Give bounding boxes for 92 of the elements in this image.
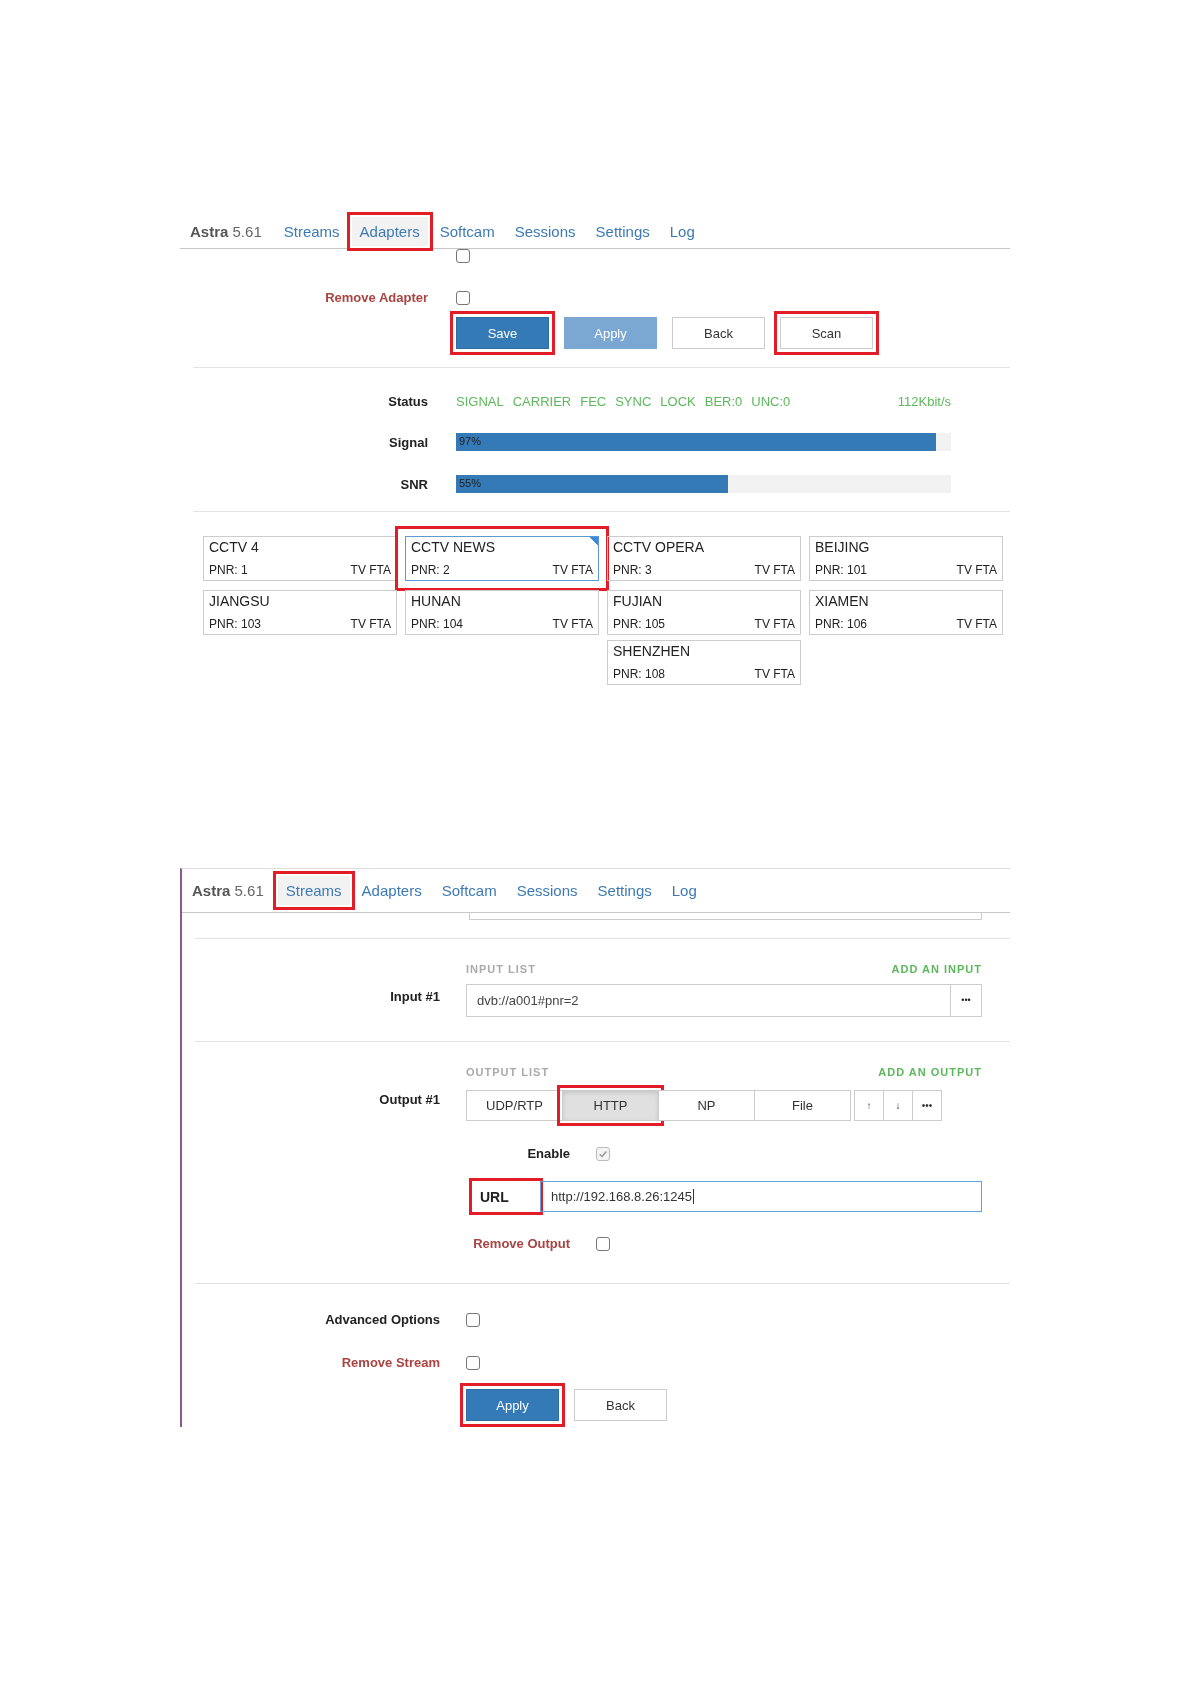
field-label: URL (480, 1188, 509, 1205)
checkbox[interactable] (466, 1312, 480, 1327)
app-brand: Astra 5.61 (191, 882, 265, 899)
channel-card[interactable]: HUNAN PNR: 104 TV FTA (405, 590, 599, 635)
field-label: Remove Output (472, 1236, 570, 1251)
app-brand: Astra 5.61 (189, 222, 263, 240)
status-text: SIGNAL (456, 394, 504, 409)
section-heading: INPUT LIST (466, 963, 536, 975)
checkbox[interactable] (456, 290, 470, 305)
channel-name: SHENZHEN (613, 643, 691, 659)
field-label: Input #1 (389, 988, 440, 1004)
nav-tab[interactable]: Log (661, 216, 703, 246)
channel-card[interactable]: CCTV OPERA PNR: 3 TV FTA (607, 536, 801, 581)
checkbox[interactable] (596, 1236, 610, 1251)
channel-pnr: PNR: 101 (815, 563, 868, 577)
channel-pnr: PNR: 103 (209, 617, 262, 631)
channel-pnr: PNR: 1 (209, 563, 248, 577)
channel-card[interactable]: JIANGSU PNR: 103 TV FTA (203, 590, 397, 635)
status-text: CARRIER (512, 394, 572, 409)
status-text: UNC:0 (751, 394, 791, 409)
output-control-button[interactable]: ••• (912, 1090, 942, 1121)
nav-tab[interactable]: Settings (587, 216, 658, 246)
checkbox[interactable] (456, 249, 470, 263)
channel-pnr: PNR: 106 (815, 617, 868, 631)
nav-tab[interactable]: Sessions (506, 216, 584, 246)
text-field[interactable] (469, 913, 982, 920)
field-label: Advanced Options (324, 1312, 440, 1327)
action-button[interactable]: Save (456, 317, 549, 349)
field-label: Remove Stream (340, 1355, 440, 1370)
channel-card[interactable]: BEIJING PNR: 101 TV FTA (809, 536, 1003, 581)
nav-tab[interactable]: Softcam (433, 876, 505, 905)
meter-reading: 55% (459, 477, 482, 489)
input-field[interactable]: dvb://a001#pnr=2 ••• (466, 984, 982, 1017)
status-text: BER:0 (704, 394, 743, 409)
field-label: Output #1 (378, 1092, 440, 1107)
output-control-button[interactable]: ↓ (883, 1090, 913, 1121)
channel-name: CCTV OPERA (613, 539, 705, 555)
channel-type: TV FTA (552, 617, 593, 631)
channel-name: HUNAN (411, 593, 462, 609)
field-label: Signal (388, 434, 428, 450)
status-text: SYNC (615, 394, 652, 409)
field-label: SNR (399, 476, 428, 492)
action-button[interactable]: Back (574, 1389, 667, 1421)
channel-card[interactable]: XIAMEN PNR: 106 TV FTA (809, 590, 1003, 635)
output-type-tab[interactable]: File (754, 1090, 851, 1121)
channel-type: TV FTA (956, 563, 997, 577)
channel-card[interactable]: FUJIAN PNR: 105 TV FTA (607, 590, 801, 635)
nav-tab[interactable]: Sessions (508, 876, 586, 905)
channel-pnr: PNR: 3 (613, 563, 652, 577)
action-button[interactable]: Scan (780, 317, 873, 349)
channel-name: CCTV 4 (209, 539, 260, 555)
channel-card[interactable]: CCTV NEWS PNR: 2 TV FTA (405, 536, 599, 581)
nav-tab[interactable]: Streams (275, 216, 348, 246)
action-button[interactable]: Apply (466, 1389, 559, 1421)
status-text: FEC (580, 394, 607, 409)
channel-type: TV FTA (754, 617, 795, 631)
nav-tab[interactable]: Settings (589, 876, 660, 905)
channel-type: TV FTA (552, 563, 593, 577)
channel-name: CCTV NEWS (411, 539, 496, 555)
section-heading: OUTPUT LIST (466, 1066, 550, 1078)
channel-name: JIANGSU (209, 593, 271, 609)
channel-pnr: PNR: 105 (613, 617, 666, 631)
url-field[interactable]: http://192.168.8.26:1245 (540, 1181, 982, 1212)
channel-type: TV FTA (350, 563, 391, 577)
nav-tab[interactable]: Log (663, 876, 705, 905)
output-type-tab[interactable]: UDP/RTP (466, 1090, 563, 1121)
status-text: LOCK (660, 394, 696, 409)
field-label: Enable (526, 1146, 570, 1161)
nav-tab[interactable]: Adapters (353, 876, 430, 905)
channel-name: FUJIAN (613, 593, 663, 609)
bitrate-text: 112Kbit/s (897, 394, 951, 409)
channel-card[interactable]: SHENZHEN PNR: 108 TV FTA (607, 640, 801, 685)
meter-reading: 97% (459, 435, 482, 447)
channel-name: XIAMEN (815, 593, 870, 609)
channel-type: TV FTA (754, 667, 795, 681)
channel-pnr: PNR: 2 (411, 563, 450, 577)
channel-type: TV FTA (754, 563, 795, 577)
field-label: Status (387, 394, 428, 409)
output-control-button[interactable]: ↑ (854, 1090, 884, 1121)
nav-tab[interactable]: Softcam (431, 216, 503, 246)
channel-type: TV FTA (350, 617, 391, 631)
checkbox[interactable] (466, 1355, 480, 1370)
field-label: Remove Adapter (324, 290, 428, 305)
more-button[interactable]: ••• (950, 985, 981, 1016)
output-type-tab[interactable]: NP (658, 1090, 755, 1121)
check-icon (598, 1148, 608, 1159)
channel-name: BEIJING (815, 539, 871, 555)
channel-card[interactable]: CCTV 4 PNR: 1 TV FTA (203, 536, 397, 581)
action-button[interactable]: Back (672, 317, 765, 349)
channel-pnr: PNR: 108 (613, 667, 666, 681)
channel-type: TV FTA (956, 617, 997, 631)
channel-pnr: PNR: 104 (411, 617, 464, 631)
